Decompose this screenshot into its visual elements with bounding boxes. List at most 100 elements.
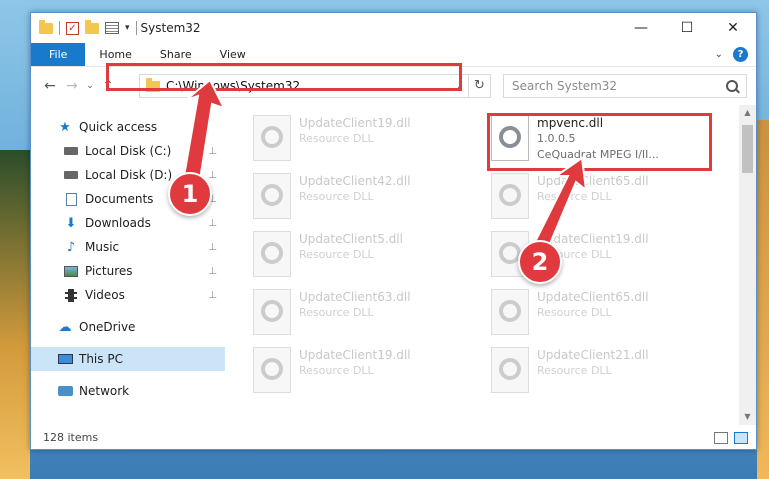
- tiles-view-icon[interactable]: [734, 432, 748, 444]
- sidebar-item-label: OneDrive: [79, 320, 136, 334]
- maximize-button[interactable]: ☐: [664, 13, 710, 43]
- documents-icon: [63, 192, 79, 206]
- list-item[interactable]: UpdateClient19.dll Resource DLL: [253, 115, 473, 167]
- sidebar-item-label: Downloads: [85, 216, 151, 230]
- file-name: UpdateClient5.dll: [299, 232, 403, 246]
- search-input[interactable]: [512, 79, 726, 93]
- pin-icon[interactable]: ⊥: [208, 218, 217, 229]
- drive-icon: [63, 168, 79, 182]
- sidebar-item-quick-access[interactable]: ★ Quick access: [31, 115, 225, 139]
- pin-icon[interactable]: ⊥: [208, 146, 217, 157]
- sidebar-item-local-disk-c[interactable]: Local Disk (C:) ⊥: [31, 139, 225, 163]
- desktop-background-left: [0, 150, 30, 479]
- pin-icon[interactable]: ⊥: [208, 266, 217, 277]
- drive-icon: [63, 144, 79, 158]
- dll-file-icon: [253, 231, 291, 277]
- list-item[interactable]: UpdateClient65.dll Resource DLL: [491, 173, 711, 225]
- list-item[interactable]: UpdateClient19.dll Resource DLL: [253, 347, 473, 399]
- dll-file-icon: [253, 347, 291, 393]
- film-icon: [63, 288, 79, 302]
- tab-home[interactable]: Home: [85, 43, 145, 66]
- file-description: Resource DLL: [299, 132, 374, 145]
- help-icon[interactable]: ?: [733, 47, 748, 62]
- scroll-down-arrow-icon[interactable]: ▼: [739, 409, 756, 425]
- search-box[interactable]: [503, 74, 747, 98]
- list-item[interactable]: UpdateClient63.dll Resource DLL: [253, 289, 473, 341]
- back-button[interactable]: ←: [39, 78, 61, 94]
- list-item[interactable]: UpdateClient21.dll Resource DLL: [491, 347, 711, 399]
- quick-access-toolbar: ✓ ▾: [31, 13, 137, 43]
- list-item[interactable]: UpdateClient65.dll Resource DLL: [491, 289, 711, 341]
- cloud-icon: ☁: [58, 319, 72, 335]
- navigation-pane: ★ Quick access Local Disk (C:) ⊥ Local D…: [31, 105, 225, 425]
- tab-share[interactable]: Share: [146, 43, 206, 66]
- tab-file[interactable]: File: [31, 43, 86, 66]
- file-name: UpdateClient65.dll: [537, 290, 649, 304]
- dll-file-icon: [253, 115, 291, 161]
- vertical-scrollbar[interactable]: ▲ ▼: [739, 105, 756, 425]
- recent-locations-chevron-icon[interactable]: ⌄: [83, 81, 97, 91]
- file-name: UpdateClient65.dll: [537, 174, 649, 188]
- dll-file-icon: [491, 173, 529, 219]
- search-icon[interactable]: [726, 80, 738, 92]
- file-name: UpdateClient19.dll: [299, 348, 411, 362]
- dll-file-icon: [491, 347, 529, 393]
- scroll-thumb[interactable]: [742, 125, 753, 173]
- dll-file-icon: [253, 173, 291, 219]
- pin-icon[interactable]: ⊥: [208, 170, 217, 181]
- up-button[interactable]: ↑: [97, 78, 119, 94]
- forward-button[interactable]: →: [61, 78, 83, 94]
- star-icon: ★: [59, 119, 71, 135]
- gear-icon: [261, 358, 283, 380]
- scroll-up-arrow-icon[interactable]: ▲: [739, 105, 756, 121]
- dll-file-icon: [491, 289, 529, 335]
- properties-check-icon[interactable]: ✓: [66, 21, 79, 35]
- pin-icon[interactable]: ⊥: [208, 242, 217, 253]
- address-bar[interactable]: C:\Windows\System32 ⌄ ↻: [139, 74, 491, 98]
- music-note-icon: ♪: [66, 239, 76, 255]
- folder-icon: [146, 77, 160, 92]
- toolbar-separator: [135, 21, 137, 35]
- refresh-button[interactable]: ↻: [468, 75, 490, 97]
- sidebar-item-label: Local Disk (D:): [85, 168, 173, 182]
- minimize-button[interactable]: —: [618, 13, 664, 43]
- gear-icon: [261, 126, 283, 148]
- list-item[interactable]: UpdateClient5.dll Resource DLL: [253, 231, 473, 283]
- sidebar-item-videos[interactable]: Videos ⊥: [31, 283, 225, 307]
- download-arrow-icon: ⬇: [65, 215, 77, 231]
- sidebar-item-label: This PC: [79, 352, 123, 366]
- sidebar-item-label: Videos: [85, 288, 125, 302]
- sidebar-item-this-pc[interactable]: This PC: [31, 347, 225, 371]
- explorer-window: ✓ ▾ System32 — ☐ ✕ File Home Share View …: [30, 12, 757, 450]
- sidebar-item-onedrive[interactable]: ☁ OneDrive: [31, 315, 225, 339]
- customize-toolbar-chevron-icon[interactable]: ▾: [125, 23, 130, 33]
- sidebar-item-label: Local Disk (C:): [85, 144, 172, 158]
- sidebar-item-label: Network: [79, 384, 130, 398]
- new-folder-icon[interactable]: [85, 19, 99, 34]
- ribbon-spacer: [260, 43, 715, 66]
- file-description: Resource DLL: [537, 306, 612, 319]
- sidebar-item-pictures[interactable]: Pictures ⊥: [31, 259, 225, 283]
- item-count: 128 items: [43, 430, 99, 444]
- expand-ribbon-chevron-icon[interactable]: ⌄: [715, 49, 723, 60]
- close-button[interactable]: ✕: [710, 13, 756, 43]
- details-view-icon[interactable]: [714, 432, 728, 444]
- ribbon-right-controls: ⌄ ?: [715, 43, 756, 66]
- navigation-bar: ← → ⌄ ↑ C:\Windows\System32 ⌄ ↻: [31, 67, 756, 105]
- main-body: ★ Quick access Local Disk (C:) ⊥ Local D…: [31, 105, 756, 425]
- sidebar-item-music[interactable]: ♪ Music ⊥: [31, 235, 225, 259]
- network-icon: [57, 384, 73, 398]
- pin-icon[interactable]: ⊥: [208, 290, 217, 301]
- properties-icon[interactable]: [105, 22, 119, 34]
- file-description: Resource DLL: [299, 306, 374, 319]
- sidebar-item-network[interactable]: Network: [31, 379, 225, 403]
- address-path[interactable]: C:\Windows\System32: [166, 79, 452, 93]
- toolbar-separator: [59, 21, 60, 35]
- gear-icon: [261, 300, 283, 322]
- tab-view[interactable]: View: [206, 43, 260, 66]
- address-dropdown-chevron-icon[interactable]: ⌄: [452, 81, 468, 92]
- list-item[interactable]: UpdateClient42.dll Resource DLL: [253, 173, 473, 225]
- pictures-icon: [63, 264, 79, 278]
- file-description: Resource DLL: [299, 248, 374, 261]
- featured-file-highlight: [487, 113, 712, 171]
